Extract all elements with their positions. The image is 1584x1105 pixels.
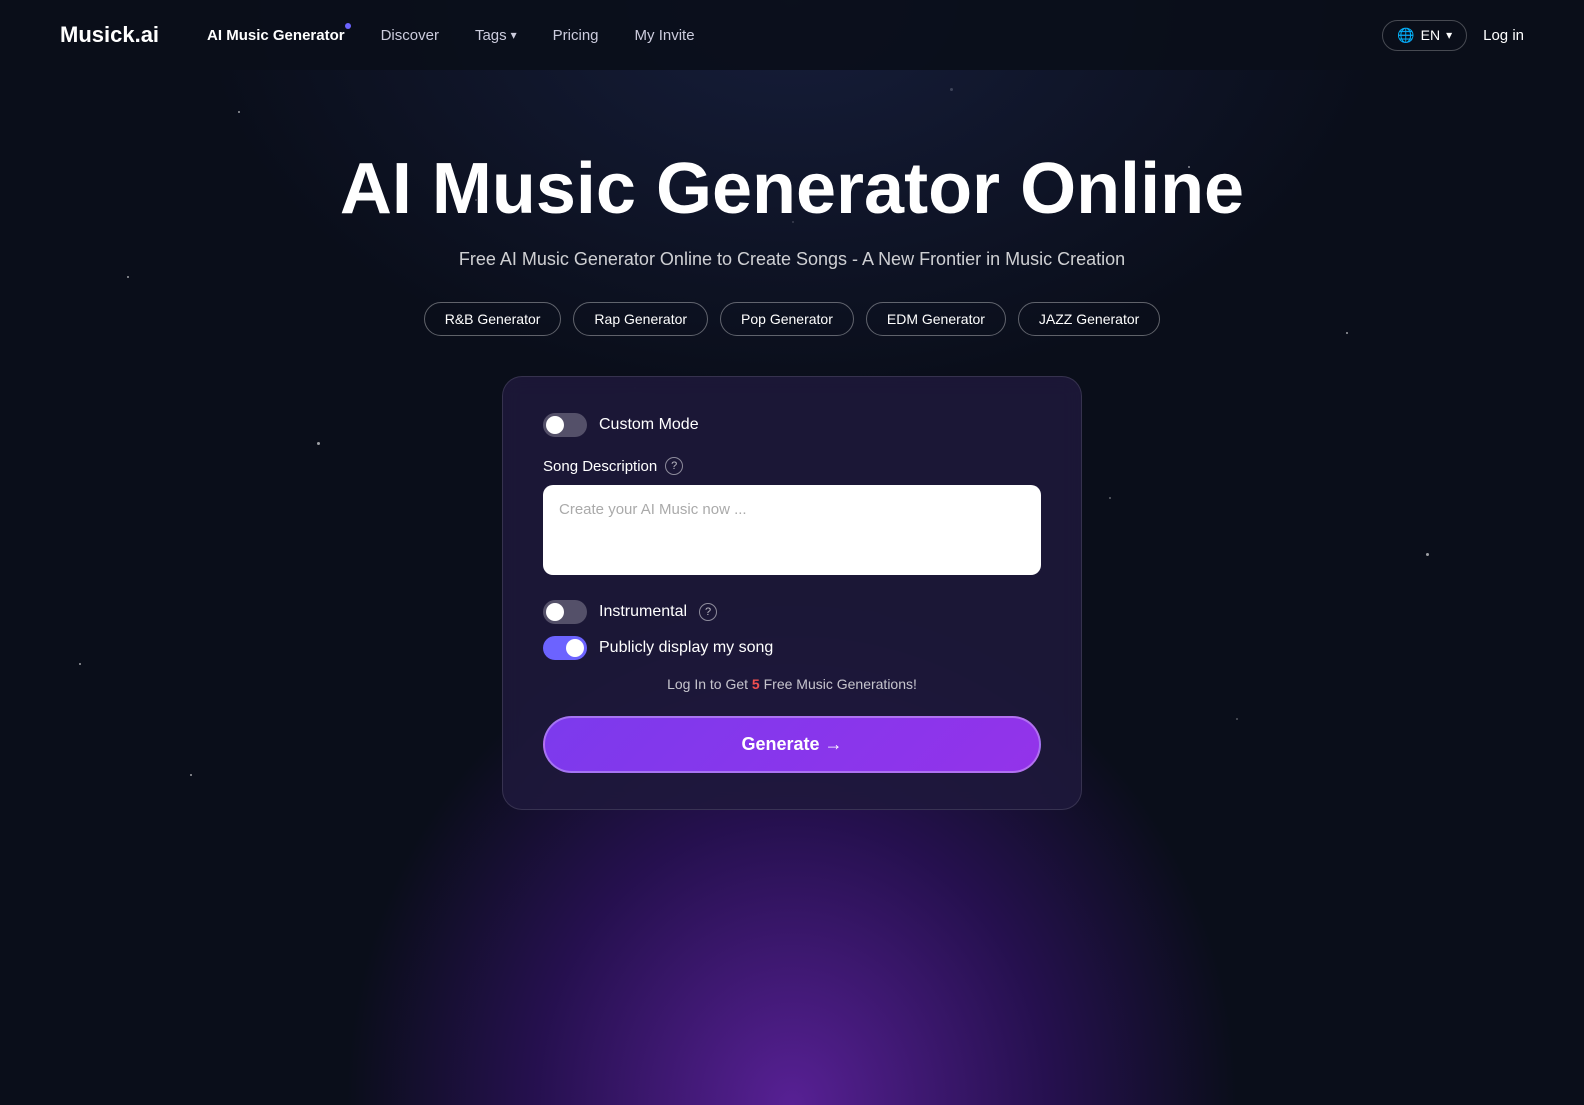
language-button[interactable]: 🌐 EN ▾ [1382, 20, 1467, 51]
song-desc-label-row: Song Description ? [543, 457, 1041, 475]
nav-item-discover-label: Discover [381, 27, 439, 44]
nav-item-pricing[interactable]: Pricing [553, 27, 599, 44]
instrumental-help-icon[interactable]: ? [699, 603, 717, 621]
genre-tag-rnb[interactable]: R&B Generator [424, 302, 562, 336]
nav-item-pricing-label: Pricing [553, 27, 599, 44]
hero-title: AI Music Generator Online [0, 150, 1584, 229]
public-display-row: Publicly display my song [543, 636, 1041, 660]
instrumental-row: Instrumental ? [543, 600, 1041, 624]
genre-tag-rap[interactable]: Rap Generator [573, 302, 708, 336]
login-prompt-suffix: Free Music Generations! [764, 676, 917, 692]
custom-mode-row: Custom Mode [543, 413, 1041, 437]
hero-section: AI Music Generator Online Free AI Music … [0, 70, 1584, 850]
custom-mode-label: Custom Mode [599, 416, 699, 434]
lang-chevron-icon: ▾ [1446, 28, 1452, 42]
public-display-label: Publicly display my song [599, 639, 773, 657]
chevron-down-icon: ▾ [511, 28, 517, 42]
nav-item-tags-label: Tags [475, 27, 507, 44]
hero-subtitle: Free AI Music Generator Online to Create… [0, 249, 1584, 270]
login-button[interactable]: Log in [1483, 27, 1524, 44]
genre-tag-jazz[interactable]: JAZZ Generator [1018, 302, 1160, 336]
nav-item-invite[interactable]: My Invite [635, 27, 695, 44]
genre-tag-pop[interactable]: Pop Generator [720, 302, 854, 336]
genre-tag-edm[interactable]: EDM Generator [866, 302, 1006, 336]
login-prompt-number: 5 [752, 676, 764, 692]
song-desc-text: Song Description [543, 458, 657, 475]
public-display-slider [543, 636, 587, 660]
login-prompt-text: Log In to Get [667, 676, 748, 692]
login-prompt: Log In to Get 5 Free Music Generations! [543, 676, 1041, 692]
nav-links: AI Music Generator Discover Tags ▾ Prici… [207, 27, 1382, 44]
public-display-toggle[interactable] [543, 636, 587, 660]
globe-icon: 🌐 [1397, 27, 1414, 44]
nav-item-invite-label: My Invite [635, 27, 695, 44]
brand-logo[interactable]: Musick.ai [60, 22, 159, 48]
nav-item-ai-music-label: AI Music Generator [207, 27, 345, 44]
song-description-input[interactable] [543, 485, 1041, 575]
song-desc-help-icon[interactable]: ? [665, 457, 683, 475]
nav-item-discover[interactable]: Discover [381, 27, 439, 44]
genre-tags-container: R&B Generator Rap Generator Pop Generato… [0, 302, 1584, 336]
navbar: Musick.ai AI Music Generator Discover Ta… [0, 0, 1584, 70]
instrumental-toggle[interactable] [543, 600, 587, 624]
custom-mode-toggle[interactable] [543, 413, 587, 437]
custom-mode-slider [543, 413, 587, 437]
generator-card: Custom Mode Song Description ? Instrumen… [502, 376, 1082, 810]
instrumental-slider [543, 600, 587, 624]
generate-button[interactable]: Generate → [543, 716, 1041, 773]
generate-button-label: Generate → [741, 734, 842, 755]
lang-label: EN [1421, 27, 1440, 43]
nav-right: 🌐 EN ▾ Log in [1382, 20, 1524, 51]
nav-item-ai-music[interactable]: AI Music Generator [207, 27, 345, 44]
instrumental-label: Instrumental [599, 603, 687, 621]
nav-item-tags[interactable]: Tags ▾ [475, 27, 517, 44]
